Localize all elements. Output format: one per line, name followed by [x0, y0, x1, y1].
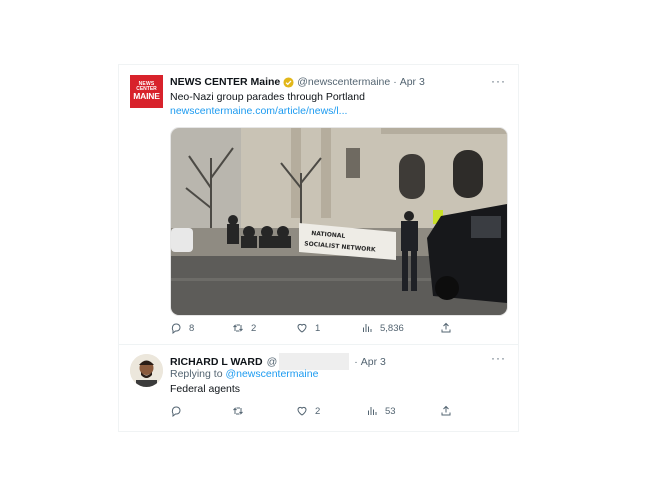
- retweet-count: 2: [251, 322, 257, 334]
- separator-dot: ·: [354, 355, 358, 368]
- reply-button[interactable]: 8: [170, 322, 194, 334]
- verified-badge-icon: [283, 76, 294, 88]
- article-link[interactable]: newscentermaine.com/article/news/l...: [170, 105, 347, 117]
- tweet-richard-l-ward[interactable]: RICHARD L WARD @ · Apr 3 ··· Replying to…: [119, 345, 518, 431]
- more-icon[interactable]: ···: [491, 74, 506, 88]
- replying-prefix: Replying to: [170, 368, 223, 380]
- tweet-actions: 8 2 1 5,836: [170, 322, 460, 336]
- timestamp[interactable]: Apr 3: [400, 76, 425, 88]
- views-icon: [361, 322, 373, 334]
- views-count: 5,836: [380, 322, 404, 334]
- views-icon: [366, 405, 378, 417]
- tweet-newscentermaine[interactable]: NEWS CENTER MAINE NEWS CENTER Maine @new…: [119, 65, 518, 345]
- reply-icon: [170, 405, 182, 417]
- views-count: 53: [385, 405, 396, 417]
- like-button[interactable]: 2: [296, 405, 320, 417]
- reply-button[interactable]: [170, 405, 189, 417]
- photo-street-scene: NATIONAL SOCIALIST NETWORK: [171, 128, 507, 315]
- display-name[interactable]: NEWS CENTER Maine: [170, 76, 280, 88]
- retweet-button[interactable]: 2: [232, 322, 256, 334]
- views-button[interactable]: 53: [366, 405, 396, 417]
- avatar-richard-l-ward[interactable]: [130, 354, 163, 387]
- retweet-button[interactable]: [232, 405, 251, 417]
- separator-dot: ·: [393, 76, 397, 88]
- like-button[interactable]: 1: [296, 322, 320, 334]
- timestamp[interactable]: Apr 3: [361, 356, 386, 368]
- views-button[interactable]: 5,836: [361, 322, 404, 334]
- share-icon: [440, 405, 452, 417]
- handle[interactable]: @: [267, 356, 278, 368]
- like-count: 1: [315, 322, 321, 334]
- like-icon: [296, 405, 308, 417]
- like-count: 2: [315, 405, 321, 417]
- tweet-thread: NEWS CENTER MAINE NEWS CENTER Maine @new…: [118, 64, 519, 432]
- like-icon: [296, 322, 308, 334]
- more-icon[interactable]: ···: [491, 351, 506, 365]
- tweet-text: Federal agents: [170, 383, 241, 395]
- retweet-icon: [232, 405, 244, 417]
- avatar-newscentermaine[interactable]: NEWS CENTER MAINE: [130, 75, 163, 108]
- replying-handle-link[interactable]: @newscentermaine: [225, 368, 318, 380]
- tweet-header: NEWS CENTER Maine @newscentermaine · Apr…: [170, 76, 425, 88]
- retweet-icon: [232, 322, 244, 334]
- replying-to: Replying to @newscentermaine: [170, 368, 318, 380]
- share-button[interactable]: [440, 405, 452, 417]
- share-icon: [440, 322, 452, 334]
- handle[interactable]: @newscentermaine: [297, 76, 390, 88]
- reply-count: 8: [189, 322, 195, 334]
- display-name[interactable]: RICHARD L WARD: [170, 356, 263, 368]
- tweet-text: Neo-Nazi group parades through Portland: [170, 91, 365, 103]
- share-button[interactable]: [440, 322, 452, 334]
- tweet-photo[interactable]: NATIONAL SOCIALIST NETWORK: [170, 127, 508, 316]
- avatar-text-maine: MAINE: [133, 91, 160, 101]
- reply-icon: [170, 322, 182, 334]
- tweet-actions: 2 53: [170, 405, 460, 419]
